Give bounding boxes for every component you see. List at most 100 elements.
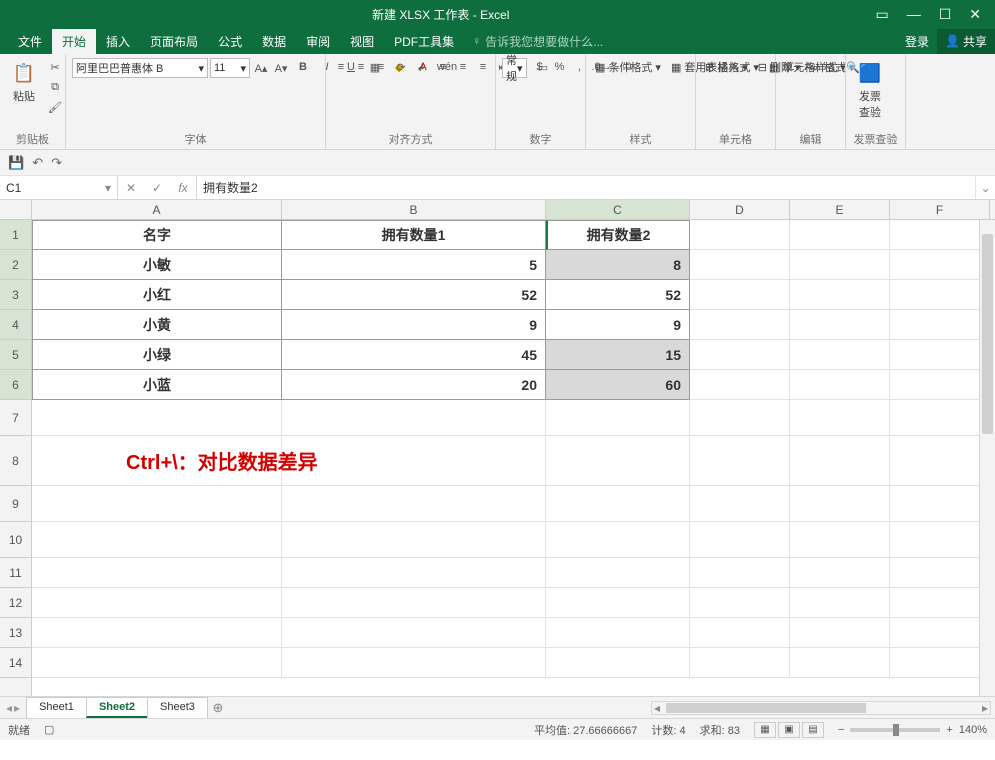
row-header-10[interactable]: 10 xyxy=(0,522,31,558)
cell-A6[interactable]: 小蓝 xyxy=(32,370,282,400)
cell-B5[interactable]: 45 xyxy=(282,340,546,370)
cell-C6[interactable]: 60 xyxy=(546,370,690,400)
align-top-icon[interactable]: ≡ xyxy=(332,58,350,76)
cell-A11[interactable] xyxy=(32,558,282,588)
cell-B14[interactable] xyxy=(282,648,546,678)
record-macro-icon[interactable]: ▢ xyxy=(44,723,54,736)
cell-C2[interactable]: 8 xyxy=(546,250,690,280)
row-header-12[interactable]: 12 xyxy=(0,588,31,618)
col-header-D[interactable]: D xyxy=(690,200,790,219)
cells-area[interactable]: Ctrl+\：对比数据差异 名字拥有数量1拥有数量2小敏58小红5252小黄99… xyxy=(32,220,995,696)
minimize-icon[interactable]: — xyxy=(907,6,921,23)
cell-B3[interactable]: 52 xyxy=(282,280,546,310)
row-header-8[interactable]: 8 xyxy=(0,436,31,486)
percent-icon[interactable]: % xyxy=(551,58,569,76)
cell-A3[interactable]: 小红 xyxy=(32,280,282,310)
bold-button[interactable]: B xyxy=(294,58,312,76)
horizontal-scrollbar[interactable]: ◂ ▸ xyxy=(651,701,991,715)
cell-C14[interactable] xyxy=(546,648,690,678)
cell-B7[interactable] xyxy=(282,400,546,436)
insert-cells-button[interactable]: ⊞ 插入 ▾ xyxy=(702,58,751,76)
conditional-format-button[interactable]: ▦ 条件格式 ▾ xyxy=(592,58,664,76)
cell-A13[interactable] xyxy=(32,618,282,648)
cut-icon[interactable]: ✂ xyxy=(46,58,64,76)
cell-C4[interactable]: 9 xyxy=(546,310,690,340)
row-header-9[interactable]: 9 xyxy=(0,486,31,522)
wrap-text-icon[interactable]: ↲ xyxy=(412,58,430,76)
cell-C1[interactable]: 拥有数量2 xyxy=(546,220,690,250)
expand-formula-icon[interactable]: ⌄ xyxy=(975,176,995,199)
font-size-select[interactable]: 11▾ xyxy=(210,58,250,78)
tab-home[interactable]: 开始 xyxy=(52,29,96,54)
cell-F14[interactable] xyxy=(890,648,990,678)
cell-B13[interactable] xyxy=(282,618,546,648)
fx-icon[interactable]: fx xyxy=(170,181,196,195)
cell-F6[interactable] xyxy=(890,370,990,400)
row-header-14[interactable]: 14 xyxy=(0,648,31,678)
cell-C11[interactable] xyxy=(546,558,690,588)
cell-D14[interactable] xyxy=(690,648,790,678)
row-header-2[interactable]: 2 xyxy=(0,250,31,280)
view-pagebreak-icon[interactable]: ▤ xyxy=(802,722,824,738)
tab-file[interactable]: 文件 xyxy=(8,29,52,54)
tab-layout[interactable]: 页面布局 xyxy=(140,29,208,54)
cell-A5[interactable]: 小绿 xyxy=(32,340,282,370)
col-header-C[interactable]: C xyxy=(546,200,690,219)
cell-E9[interactable] xyxy=(790,486,890,522)
cell-F3[interactable] xyxy=(890,280,990,310)
login-button[interactable]: 登录 xyxy=(897,29,937,54)
cell-C12[interactable] xyxy=(546,588,690,618)
confirm-formula-icon[interactable]: ✓ xyxy=(144,181,170,195)
decrease-font-icon[interactable]: A▾ xyxy=(272,59,290,77)
zoom-level[interactable]: 140% xyxy=(959,724,987,736)
cell-C9[interactable] xyxy=(546,486,690,522)
cell-A12[interactable] xyxy=(32,588,282,618)
row-header-13[interactable]: 13 xyxy=(0,618,31,648)
cancel-formula-icon[interactable]: ✕ xyxy=(118,181,144,195)
cell-B11[interactable] xyxy=(282,558,546,588)
align-middle-icon[interactable]: ≡ xyxy=(352,58,370,76)
cell-E6[interactable] xyxy=(790,370,890,400)
font-name-select[interactable]: 阿里巴巴普惠体 B▾ xyxy=(72,58,208,78)
cell-E3[interactable] xyxy=(790,280,890,310)
invoice-check-button[interactable]: 🟦 发票 查验 xyxy=(852,58,888,122)
formula-input[interactable]: 拥有数量2 xyxy=(197,176,975,199)
cell-D13[interactable] xyxy=(690,618,790,648)
cell-C10[interactable] xyxy=(546,522,690,558)
cell-A1[interactable]: 名字 xyxy=(32,220,282,250)
redo-icon[interactable]: ↷ xyxy=(51,155,62,171)
col-header-E[interactable]: E xyxy=(790,200,890,219)
col-header-B[interactable]: B xyxy=(282,200,546,219)
cell-A10[interactable] xyxy=(32,522,282,558)
cell-D5[interactable] xyxy=(690,340,790,370)
undo-icon[interactable]: ↶ xyxy=(32,155,43,171)
row-header-11[interactable]: 11 xyxy=(0,558,31,588)
cell-D12[interactable] xyxy=(690,588,790,618)
add-sheet-icon[interactable]: ⊕ xyxy=(207,700,229,716)
save-icon[interactable]: 💾 xyxy=(8,155,24,171)
view-layout-icon[interactable]: ▣ xyxy=(778,722,800,738)
view-normal-icon[interactable]: ▦ xyxy=(754,722,776,738)
tab-insert[interactable]: 插入 xyxy=(96,29,140,54)
cell-C7[interactable] xyxy=(546,400,690,436)
cell-E4[interactable] xyxy=(790,310,890,340)
align-right-icon[interactable]: ≡ xyxy=(474,58,492,76)
row-header-7[interactable]: 7 xyxy=(0,400,31,436)
cell-B12[interactable] xyxy=(282,588,546,618)
fill-icon[interactable]: ↓ xyxy=(824,58,842,76)
sheet-nav-last-icon[interactable]: ▸ xyxy=(14,701,20,715)
cell-E7[interactable] xyxy=(790,400,890,436)
cell-A14[interactable] xyxy=(32,648,282,678)
cell-B8[interactable] xyxy=(282,436,546,486)
cell-F10[interactable] xyxy=(890,522,990,558)
cell-E13[interactable] xyxy=(790,618,890,648)
cell-E14[interactable] xyxy=(790,648,890,678)
cell-D7[interactable] xyxy=(690,400,790,436)
tab-review[interactable]: 审阅 xyxy=(296,29,340,54)
sheet-tab-sheet3[interactable]: Sheet3 xyxy=(147,697,208,718)
paste-button[interactable]: 📋 粘贴 xyxy=(6,58,42,106)
close-icon[interactable]: ✕ xyxy=(969,6,981,23)
cell-A7[interactable] xyxy=(32,400,282,436)
cell-F13[interactable] xyxy=(890,618,990,648)
cell-F1[interactable] xyxy=(890,220,990,250)
